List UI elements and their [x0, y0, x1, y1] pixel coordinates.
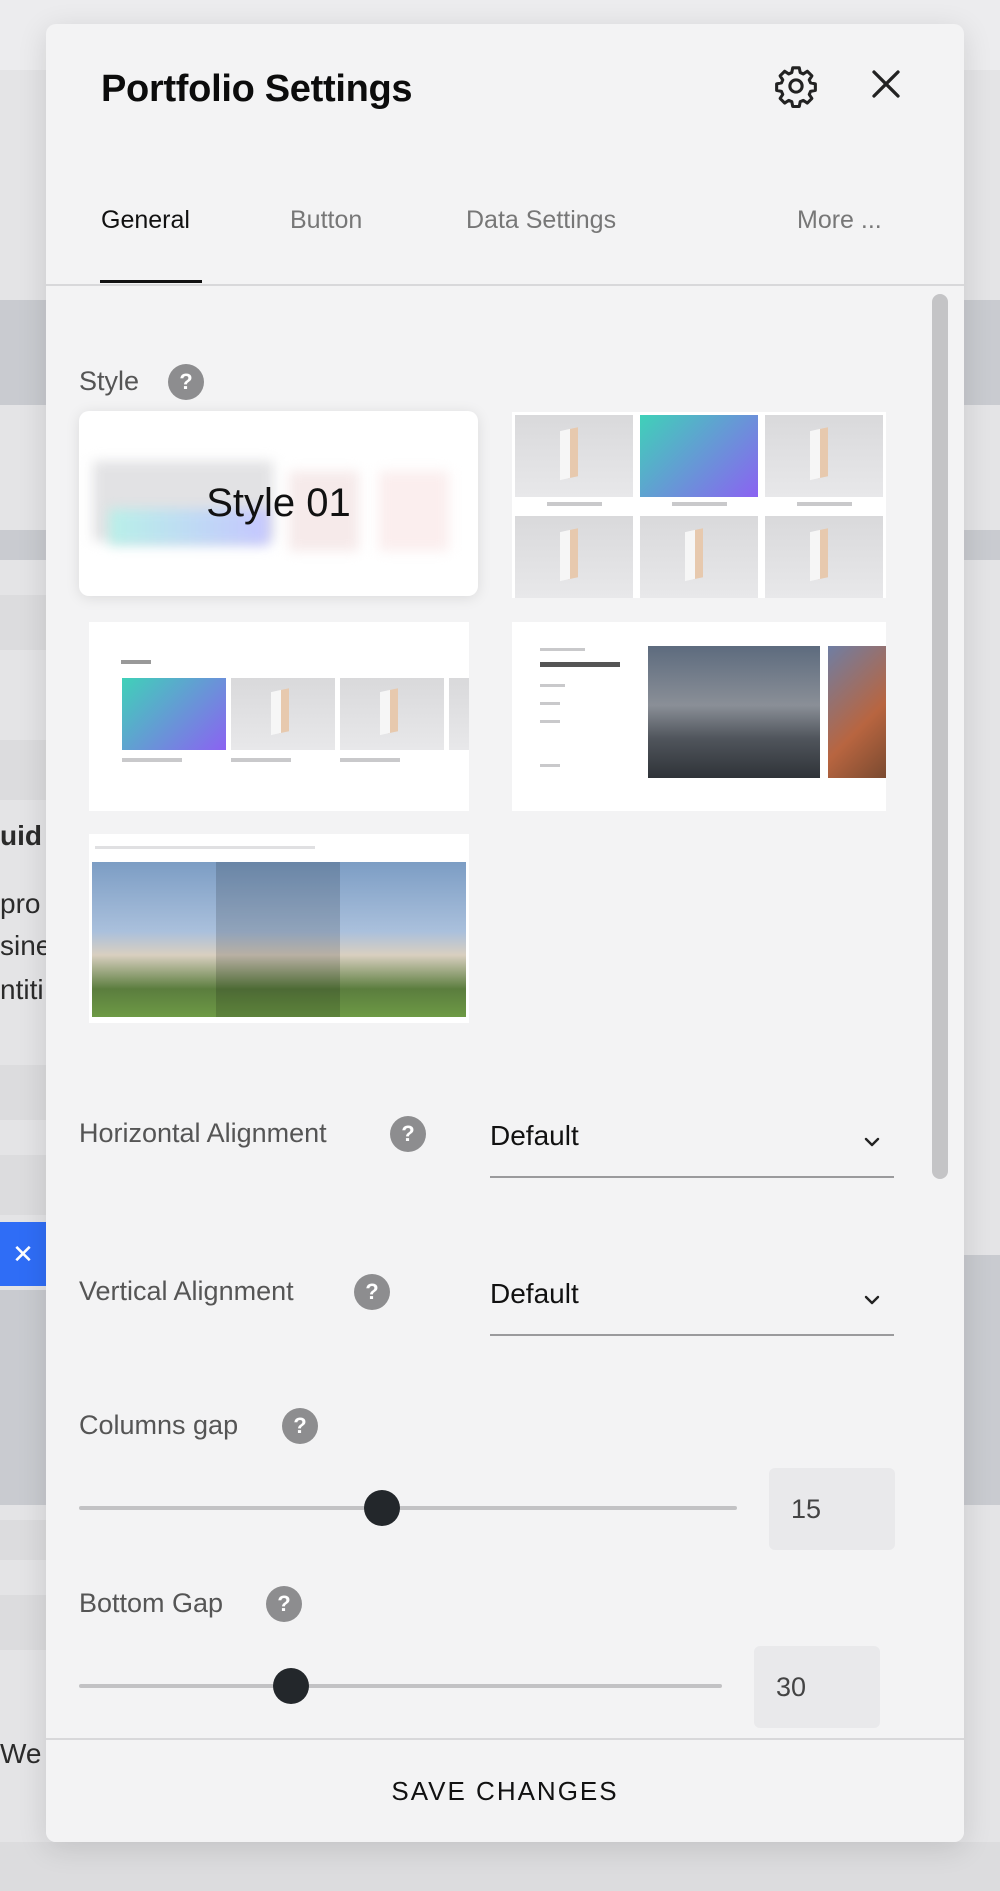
columns-gap-slider[interactable] [79, 1490, 737, 1526]
background-band [0, 595, 46, 650]
thumb-tile [515, 415, 633, 497]
horizontal-alignment-help-icon[interactable]: ? [390, 1116, 426, 1152]
bottom-gap-help-icon[interactable]: ? [266, 1586, 302, 1622]
thumb-tile [231, 678, 335, 750]
background-text: uid [0, 820, 42, 851]
active-tab-indicator [100, 280, 202, 283]
portfolio-settings-modal: Portfolio Settings General Button Data S… [46, 24, 964, 1842]
background-text: pro [0, 888, 41, 919]
vertical-alignment-select[interactable]: Default [490, 1266, 894, 1336]
style-option-caption: Style 01 [206, 481, 351, 525]
thumb-photo-house [340, 862, 466, 1017]
thumb-tile [640, 516, 758, 598]
thumb-photo-building [828, 646, 886, 778]
modal-footer: SAVE CHANGES [46, 1738, 964, 1842]
thumb-photo-house [216, 862, 340, 1017]
thumb-text-line [540, 648, 585, 651]
background-bottom-strip [0, 1842, 1000, 1891]
tab-more[interactable]: More ... [797, 206, 882, 235]
bottom-gap-slider[interactable] [79, 1668, 722, 1704]
horizontal-alignment-select[interactable]: Default [490, 1108, 894, 1178]
background-band [0, 1595, 46, 1650]
thumb-text-line [121, 660, 151, 664]
thumb-tile [765, 516, 883, 598]
style-option-1[interactable]: Style 01 [79, 411, 478, 596]
background-band [964, 300, 1000, 405]
thumb-text-line [672, 502, 727, 506]
background-band [964, 530, 1000, 560]
tab-data-settings[interactable]: Data Settings [466, 206, 616, 235]
style-option-5[interactable] [89, 834, 469, 1023]
thumb-text-line [540, 662, 620, 667]
thumb-text-line [540, 720, 560, 723]
background-band [0, 530, 46, 560]
horizontal-alignment-label: Horizontal Alignment [79, 1118, 327, 1148]
scrollbar-thumb[interactable] [932, 294, 948, 1179]
background-band [964, 1255, 1000, 1505]
gear-icon [775, 66, 817, 109]
tab-bar: General Button Data Settings More ... [46, 174, 964, 286]
background-text: ntiti [0, 974, 44, 1005]
thumb-tile [640, 415, 758, 497]
slider-track [79, 1684, 722, 1688]
thumb-text-line [95, 846, 315, 849]
background-blue-button[interactable]: ✕ [0, 1222, 46, 1286]
style-option-2[interactable] [512, 412, 886, 598]
thumb-tile [765, 415, 883, 497]
thumb-tile [449, 678, 469, 750]
modal-header: Portfolio Settings [46, 24, 964, 174]
background-band [0, 1290, 46, 1505]
vertical-alignment-value: Default [490, 1278, 579, 1309]
vertical-alignment-label: Vertical Alignment [79, 1276, 294, 1306]
chevron-down-icon [864, 1295, 880, 1305]
slider-handle[interactable] [273, 1668, 310, 1704]
style-option-3[interactable] [89, 622, 469, 811]
thumb-text-line [540, 702, 560, 705]
vertical-alignment-help-icon[interactable]: ? [354, 1274, 390, 1310]
bottom-gap-input[interactable]: 30 [754, 1646, 880, 1728]
close-icon: ✕ [12, 1238, 34, 1269]
thumb-text-line [797, 502, 852, 506]
close-icon [872, 70, 900, 98]
style-option-4[interactable] [512, 622, 886, 811]
background-text: We [0, 1738, 42, 1769]
background-band [0, 1065, 46, 1120]
thumb-tile [515, 516, 633, 598]
style-label: Style [79, 366, 140, 396]
thumb-text-line [540, 684, 565, 687]
thumb-text-line [340, 758, 400, 762]
thumb-photo-city [648, 646, 820, 778]
settings-button[interactable] [768, 58, 824, 114]
columns-gap-help-icon[interactable]: ? [282, 1408, 318, 1444]
save-changes-button[interactable]: SAVE CHANGES [46, 1740, 964, 1842]
close-button[interactable] [858, 56, 914, 112]
horizontal-alignment-value: Default [490, 1120, 579, 1151]
thumb-tile [340, 678, 444, 750]
thumb-text-line [122, 758, 182, 762]
background-band [0, 1520, 46, 1560]
modal-title: Portfolio Settings [101, 68, 413, 110]
columns-gap-label: Columns gap [79, 1410, 239, 1440]
chevron-down-icon [864, 1137, 880, 1147]
thumb-photo-house [92, 862, 216, 1017]
background-band [0, 300, 46, 405]
slider-track [79, 1506, 737, 1510]
background-text: sine [0, 930, 52, 961]
settings-content: Style ? Style 01 Horizontal Alignment ? … [46, 288, 964, 1738]
background-band [0, 1155, 46, 1215]
tab-general[interactable]: General [101, 206, 190, 235]
thumb-text-line [540, 764, 560, 767]
tab-button[interactable]: Button [290, 206, 362, 235]
columns-gap-input[interactable]: 15 [769, 1468, 895, 1550]
thumb-tile [122, 678, 226, 750]
style-help-icon[interactable]: ? [168, 364, 204, 400]
background-band [0, 740, 46, 800]
thumb-text-line [547, 502, 602, 506]
slider-handle[interactable] [363, 1490, 400, 1526]
bottom-gap-label: Bottom Gap [79, 1588, 224, 1618]
thumb-text-line [231, 758, 291, 762]
